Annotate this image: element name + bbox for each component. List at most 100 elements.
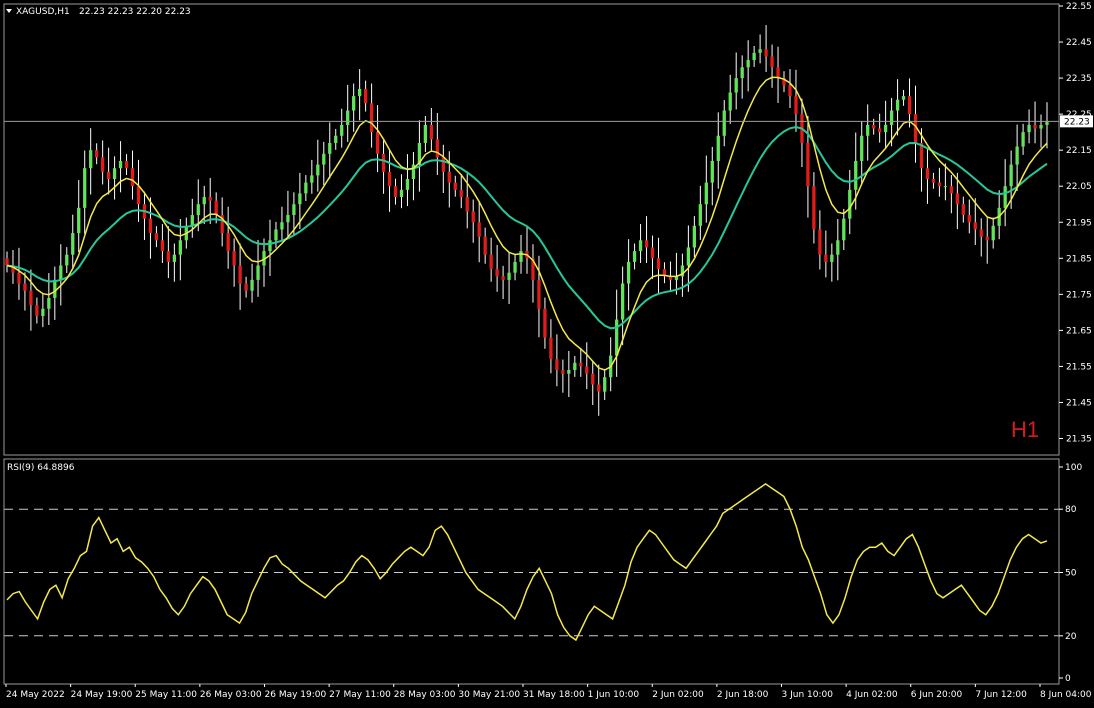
bullish-candle[interactable] [603,377,607,392]
bearish-candle[interactable] [776,67,780,79]
bearish-candle[interactable] [872,124,876,129]
bullish-candle[interactable] [268,240,272,252]
bullish-candle[interactable] [991,225,995,241]
bullish-candle[interactable] [346,110,350,125]
bearish-candle[interactable] [471,211,475,223]
bullish-candle[interactable] [513,261,517,273]
bearish-candle[interactable] [501,276,505,280]
bearish-candle[interactable] [232,251,236,266]
bullish-candle[interactable] [573,362,577,371]
bearish-candle[interactable] [477,222,481,237]
bearish-candle[interactable] [495,269,499,277]
bullish-candle[interactable] [1003,186,1007,208]
bullish-candle[interactable] [178,240,182,255]
bullish-candle[interactable] [41,308,45,316]
bullish-candle[interactable] [405,179,410,190]
bullish-candle[interactable] [615,319,619,356]
bullish-candle[interactable] [866,124,870,136]
chart-window[interactable]: 22.5522.4522.3522.2522.1522.0521.9521.85… [0,0,1094,708]
bullish-candle[interactable] [304,182,308,194]
bearish-candle[interactable] [29,290,33,306]
bullish-candle[interactable] [202,197,206,205]
bearish-candle[interactable] [148,218,153,234]
bearish-candle[interactable] [100,157,105,172]
bullish-candle[interactable] [830,254,834,262]
bearish-candle[interactable] [435,139,439,158]
bearish-candle[interactable] [579,362,583,367]
bearish-candle[interactable] [447,171,451,183]
bullish-candle[interactable] [340,124,344,136]
bearish-candle[interactable] [597,384,601,392]
bullish-candle[interactable] [298,193,302,205]
bearish-candle[interactable] [160,240,165,252]
bearish-candle[interactable] [106,171,111,179]
bullish-candle[interactable] [1015,146,1019,165]
bullish-candle[interactable] [316,164,320,176]
bearish-candle[interactable] [764,49,768,57]
bearish-candle[interactable] [208,197,212,201]
bearish-candle[interactable] [973,222,977,230]
bullish-candle[interactable] [1009,164,1013,187]
bullish-candle[interactable] [632,251,637,262]
bearish-candle[interactable] [387,171,392,187]
bullish-candle[interactable] [567,370,571,374]
bullish-candle[interactable] [722,110,726,136]
bearish-candle[interactable] [5,258,9,266]
bearish-candle[interactable] [489,254,493,270]
bearish-candle[interactable] [23,283,27,291]
bearish-candle[interactable] [393,186,398,198]
bullish-candle[interactable] [280,222,284,230]
bullish-candle[interactable] [692,225,696,248]
bullish-candle[interactable] [901,96,906,100]
bullish-candle[interactable] [53,279,57,298]
bullish-candle[interactable] [83,168,87,208]
bearish-candle[interactable] [465,197,469,212]
bullish-candle[interactable] [118,160,123,169]
bullish-candle[interactable] [322,153,326,165]
bullish-candle[interactable] [47,297,51,309]
bullish-candle[interactable] [854,160,858,190]
bearish-candle[interactable] [238,265,242,284]
bullish-candle[interactable] [842,218,846,241]
bullish-candle[interactable] [889,110,894,125]
bearish-candle[interactable] [543,308,547,338]
bearish-candle[interactable] [770,56,774,68]
bullish-candle[interactable] [89,150,93,169]
bearish-candle[interactable] [806,142,810,187]
bullish-candle[interactable] [710,160,714,183]
bullish-candle[interactable] [286,215,290,223]
bullish-candle[interactable] [1045,121,1049,125]
bearish-candle[interactable] [154,233,159,241]
bullish-candle[interactable] [196,204,200,216]
bullish-candle[interactable] [519,251,523,262]
bearish-candle[interactable] [967,215,971,223]
bearish-candle[interactable] [961,204,965,216]
bullish-candle[interactable] [698,204,702,226]
bearish-candle[interactable] [925,168,930,179]
bullish-candle[interactable] [399,189,404,198]
bearish-candle[interactable] [561,370,565,374]
bearish-candle[interactable] [1033,124,1037,129]
bearish-candle[interactable] [824,254,828,262]
bullish-candle[interactable] [250,279,254,291]
bearish-candle[interactable] [878,128,882,133]
bearish-candle[interactable] [907,96,912,115]
bullish-candle[interactable] [1027,124,1031,133]
bearish-candle[interactable] [95,150,99,158]
bearish-candle[interactable] [794,96,798,115]
bearish-candle[interactable] [226,233,230,252]
bearish-candle[interactable] [955,193,959,205]
bullish-candle[interactable] [112,168,117,179]
bullish-candle[interactable] [256,265,260,280]
bearish-candle[interactable] [124,160,129,169]
bearish-candle[interactable] [949,186,954,194]
bullish-candle[interactable] [716,135,720,161]
bearish-candle[interactable] [555,359,559,371]
bearish-candle[interactable] [818,229,822,255]
bearish-candle[interactable] [381,153,386,172]
bullish-candle[interactable] [943,186,948,188]
bearish-candle[interactable] [17,272,21,284]
bearish-candle[interactable] [35,305,39,316]
bullish-candle[interactable] [620,283,625,320]
bearish-candle[interactable] [459,189,463,198]
